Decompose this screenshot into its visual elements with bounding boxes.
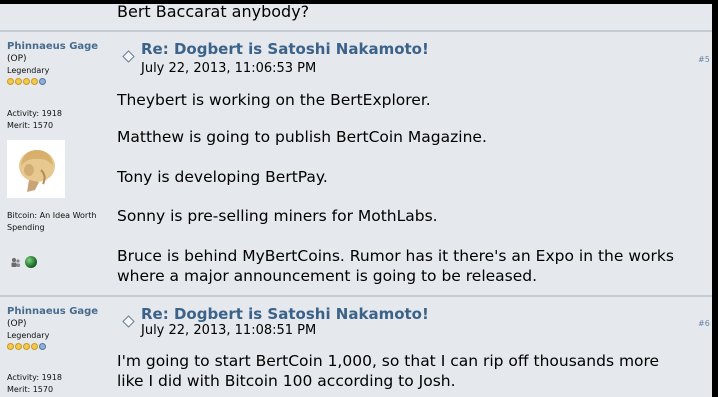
post-date: July 22, 2013, 11:08:51 PM	[141, 323, 317, 338]
previous-post-tail: Bert Baccarat anybody?	[117, 2, 310, 21]
person-icon[interactable]	[10, 257, 21, 268]
personal-text: Bitcoin: An Idea Worth Spending	[7, 211, 97, 232]
star-icon	[15, 343, 22, 350]
star-icon	[39, 343, 46, 350]
star-icon	[15, 78, 22, 85]
post-paragraph: where a major announcement is going to b…	[117, 267, 538, 285]
star-icon	[7, 343, 14, 350]
post-paragraph: Sonny is pre-selling miners for MothLabs…	[117, 207, 438, 225]
star-icon	[31, 78, 38, 85]
right-edge	[712, 0, 718, 397]
poster-info: Phinnaeus Gage (OP) Legendary	[7, 305, 107, 350]
post-number-link[interactable]: #5	[698, 55, 710, 64]
merit-count: Merit: 1570	[7, 385, 54, 394]
forum-post: Phinnaeus Gage (OP) Legendary Activity: …	[0, 297, 712, 397]
star-icon	[39, 78, 46, 85]
post-paragraph: Theybert is working on the BertExplorer.	[117, 91, 431, 109]
avatar-image	[7, 140, 65, 198]
post-paragraph: I'm going to start BertCoin 1,000, so th…	[117, 352, 660, 370]
post-date: July 22, 2013, 11:06:53 PM	[141, 61, 317, 76]
poster-info: Phinnaeus Gage (OP) Legendary	[7, 40, 107, 85]
post-subject-link[interactable]: Re: Dogbert is Satoshi Nakamoto!	[141, 305, 429, 323]
poster-rank: Legendary	[7, 331, 50, 340]
post-paragraph: Tony is developing BertPay.	[117, 168, 328, 186]
activity-count: Activity: 1918	[7, 109, 62, 118]
poster-name-link[interactable]: Phinnaeus Gage	[7, 40, 107, 53]
star-icon	[23, 78, 30, 85]
poster-rank: Legendary	[7, 66, 50, 75]
message-icon	[122, 50, 135, 63]
star-icon	[23, 343, 30, 350]
post-paragraph: like I did with Bitcoin 100 according to…	[117, 372, 456, 390]
star-icon	[31, 343, 38, 350]
poster-name-link[interactable]: Phinnaeus Gage	[7, 305, 107, 318]
rank-stars	[7, 343, 107, 350]
forum-thread-view: Bert Baccarat anybody? Phinnaeus Gage (O…	[0, 0, 718, 397]
message-icon	[122, 315, 135, 328]
post-paragraph: Matthew is going to publish BertCoin Mag…	[117, 128, 487, 146]
rank-stars	[7, 78, 107, 85]
post-number-link[interactable]: #6	[698, 319, 710, 328]
top-edge	[0, 0, 718, 4]
forum-post: Phinnaeus Gage (OP) Legendary Activity: …	[0, 32, 712, 295]
merit-count: Merit: 1570	[7, 121, 54, 130]
avatar	[7, 140, 65, 198]
post-subject-link[interactable]: Re: Dogbert is Satoshi Nakamoto!	[141, 40, 429, 58]
poster-stats: Activity: 1918 Merit: 1570	[7, 372, 107, 396]
post-paragraph: Bruce is behind MyBertCoins. Rumor has i…	[117, 247, 674, 265]
globe-icon[interactable]	[25, 256, 37, 268]
op-label: (OP)	[7, 54, 27, 64]
poster-stats: Activity: 1918 Merit: 1570	[7, 108, 107, 132]
star-icon	[7, 78, 14, 85]
op-label: (OP)	[7, 319, 27, 329]
activity-count: Activity: 1918	[7, 373, 62, 382]
poster-icons	[10, 256, 37, 268]
